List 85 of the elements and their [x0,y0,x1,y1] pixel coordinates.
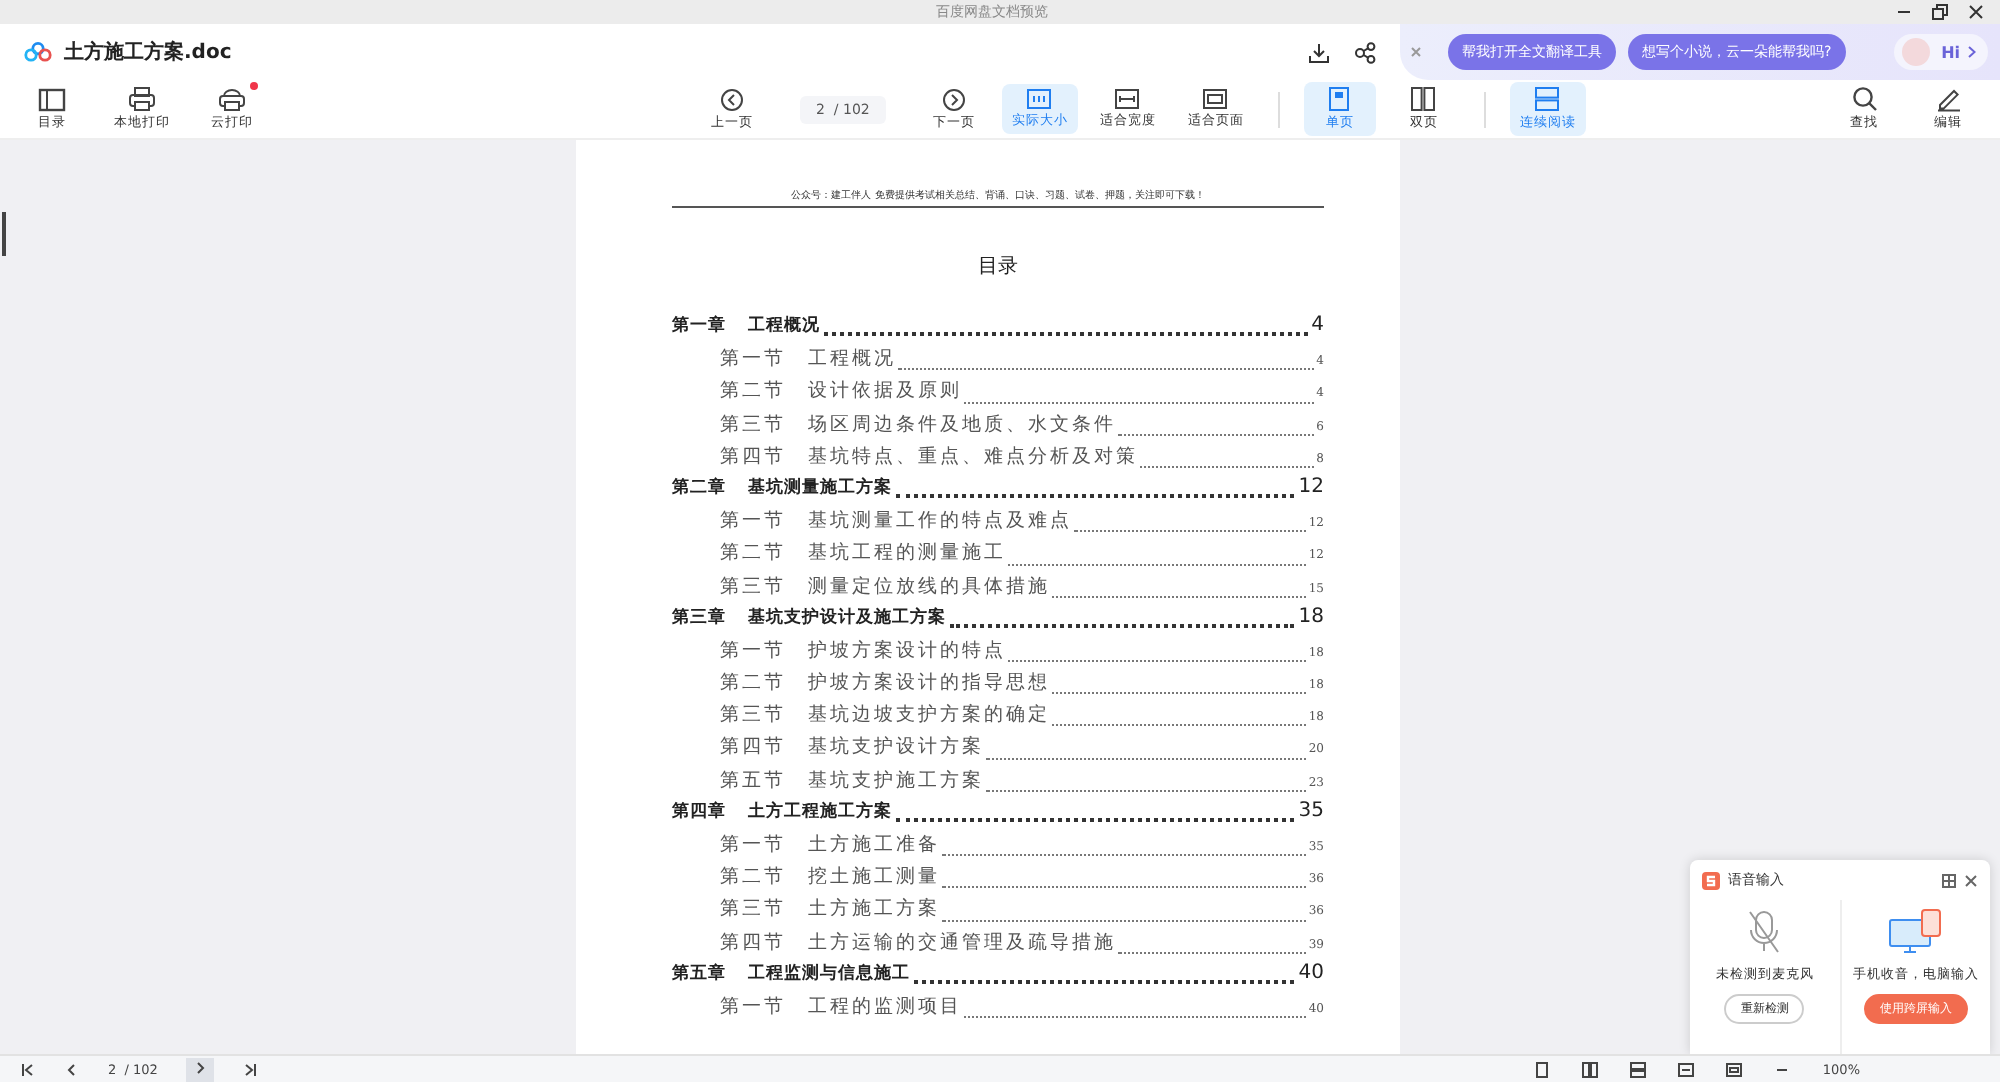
chevron-right-icon [1968,46,1976,58]
pencil-icon [1935,86,1961,112]
toc-label: 第二节 [720,378,788,405]
fit-page-icon [1202,88,1229,110]
toc-page-number: 40 [1298,961,1324,984]
toc-label: 第三节 [720,411,788,438]
toc-label: 第二节 [720,670,788,697]
last-page-icon[interactable] [241,1061,258,1077]
continuous-scroll-icon [1534,86,1561,112]
toc-label: 第四节 [720,929,788,956]
toc-label: 第四节 [720,734,788,761]
toc-label: 第五章 [672,961,728,986]
toc-page-number: 12 [1298,475,1324,498]
toc-title[interactable]: 工程的监测项目 [808,993,962,1020]
double-page-icon[interactable] [1582,1061,1599,1077]
toc-title[interactable]: 设计依据及原则 [808,378,962,405]
toc-title[interactable]: 土方施工准备 [808,832,940,858]
fit-width-icon[interactable] [1678,1061,1695,1077]
toc-label: 第二章 [672,475,728,500]
toc-label: 第三章 [672,605,728,630]
toc-title[interactable]: 工程概况 [808,346,896,373]
toc-label: 第一章 [672,314,728,338]
close-icon[interactable] [1968,4,1984,20]
toc-title[interactable]: 基坑支护施工方案 [808,767,984,794]
double-page-icon [1410,86,1437,112]
share-icon[interactable] [1354,41,1376,63]
toc-label: 第一节 [720,637,788,664]
toc-label: 第一节 [720,346,788,373]
toc-heading: 目录 [976,254,1020,280]
printer-icon [128,86,156,112]
toc-title[interactable]: 工程监测与信息施工 [748,961,910,986]
first-page-icon[interactable] [20,1061,36,1077]
cloud-logo-icon [24,42,52,62]
toc-label: 第一节 [720,508,788,535]
toc-title[interactable]: 基坑边坡支护方案的确定 [808,702,1050,729]
toc-page-number: 35 [1298,799,1324,822]
toc-label: 第四章 [672,799,728,824]
toc-title[interactable]: 护坡方案设计的特点 [808,637,1006,664]
toc-label: 第三节 [720,573,788,599]
toc-label: 第五节 [720,767,788,794]
cloud-printer-icon [218,86,246,112]
toc-label: 第二节 [720,864,788,891]
search-icon [1851,86,1877,112]
monitor-phone-icon [1887,908,1944,956]
toc-page-number: 18 [1298,605,1324,628]
toc-title[interactable]: 基坑测量工作的特点及难点 [808,508,1072,535]
toc-label: 第四节 [720,443,788,470]
toc-label: 第三节 [720,896,788,923]
toc-label: 第一节 [720,993,788,1020]
assistant-button[interactable]: Hi [1893,34,1988,70]
toc-label: 第一节 [720,832,788,858]
actual-size-icon [1026,88,1053,110]
toc-title[interactable]: 测量定位放线的具体措施 [808,573,1050,599]
toc-title[interactable]: 基坑工程的测量施工 [808,540,1006,567]
grid-icon[interactable] [1942,873,1956,887]
fit-page-icon[interactable] [1726,1061,1743,1077]
single-page-icon[interactable] [1534,1061,1551,1077]
close-icon[interactable] [1964,873,1978,887]
single-page-icon [1328,86,1351,112]
muted-microphone-icon [1746,908,1783,956]
toc-title[interactable]: 土方工程施工方案 [748,799,892,824]
next-page-icon[interactable] [191,1059,208,1075]
toc-label: 第二节 [720,540,788,567]
download-icon[interactable] [1308,41,1330,63]
fit-width-icon [1114,88,1141,110]
file-name: 土方施工方案.doc [64,38,234,66]
toc-label: 第三节 [720,702,788,729]
toc-title[interactable]: 基坑支护设计方案 [808,734,984,761]
toc-title[interactable]: 护坡方案设计的指导思想 [808,670,1050,697]
toc-page-number: 4 [1311,314,1324,336]
toc-title[interactable]: 土方运输的交通管理及疏导措施 [808,929,1116,956]
toc-title[interactable]: 基坑支护设计及施工方案 [748,605,946,630]
toc-title[interactable]: 基坑测量施工方案 [748,475,892,500]
scroll-marker [2,212,6,256]
sogou-logo-icon [1702,871,1720,889]
toc-title[interactable]: 工程概况 [748,314,820,338]
restore-icon[interactable] [1932,4,1948,20]
toc-title[interactable]: 土方施工方案 [808,896,940,923]
continuous-scroll-icon[interactable] [1630,1061,1647,1077]
toc-title[interactable]: 挖土施工测量 [808,864,940,891]
previous-page-icon[interactable] [64,1061,80,1077]
toc-icon [38,87,66,111]
avatar-icon [1897,36,1934,68]
toc-title[interactable]: 场区周边条件及地质、水文条件 [808,411,1116,438]
toc-title[interactable]: 基坑特点、重点、难点分析及对策 [808,443,1138,470]
